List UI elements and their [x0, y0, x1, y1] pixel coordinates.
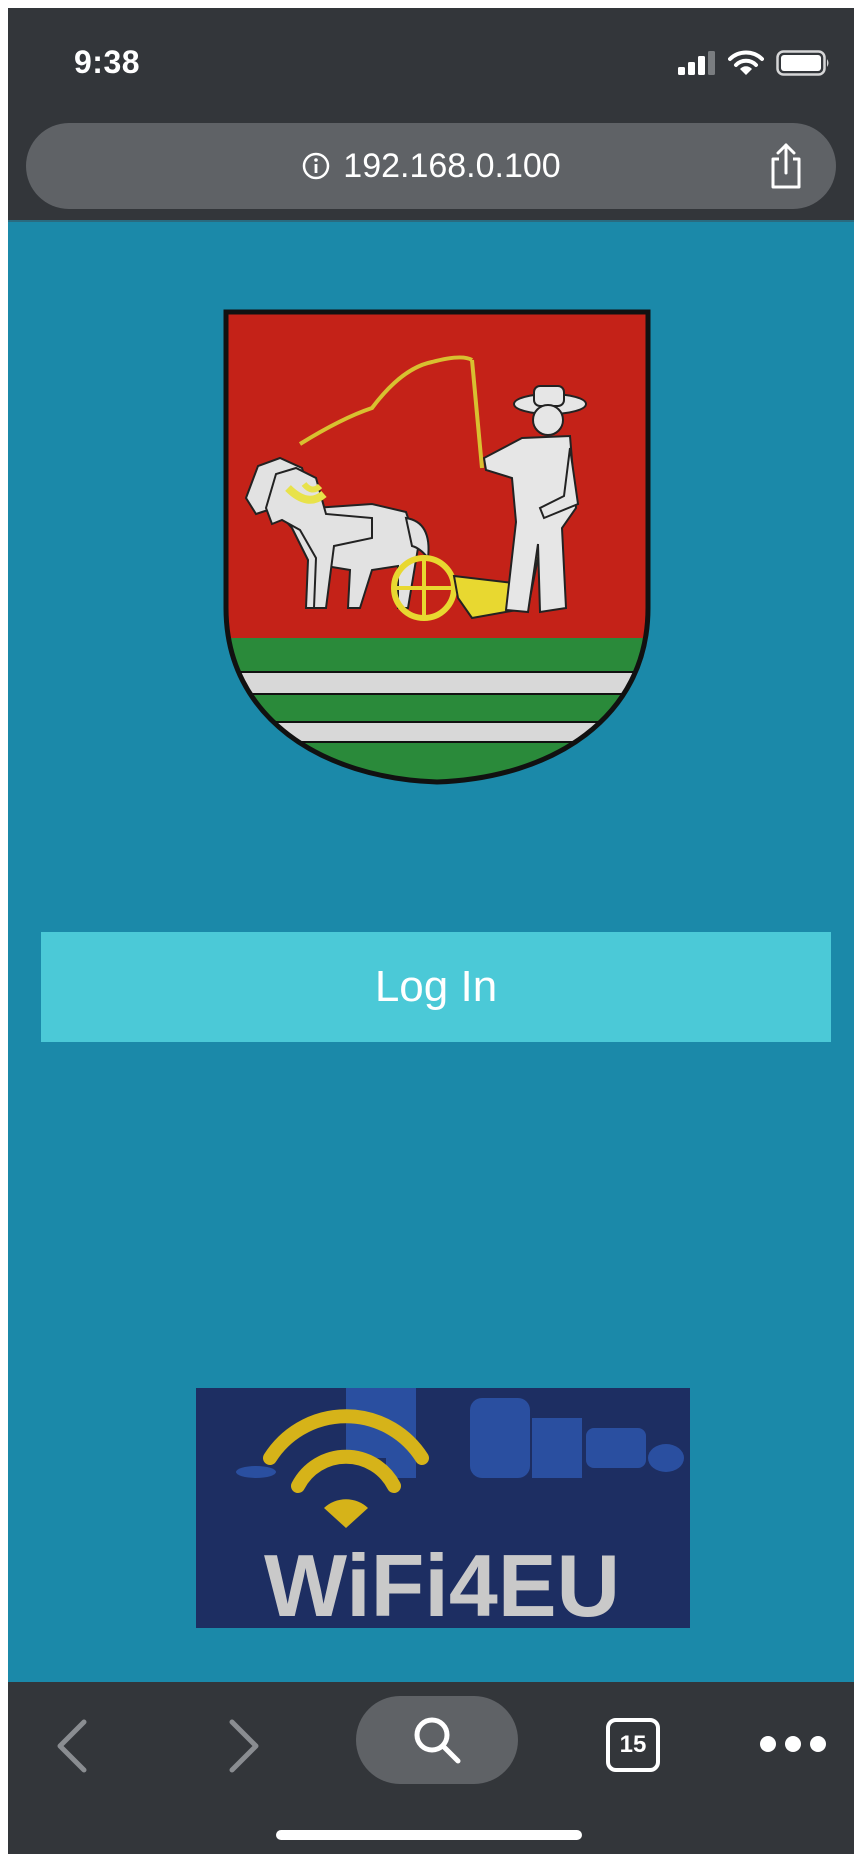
- back-icon[interactable]: [48, 1716, 98, 1776]
- forward-icon[interactable]: [218, 1716, 268, 1776]
- status-bar: 9:38: [8, 8, 854, 118]
- signal-icon: [678, 51, 715, 75]
- tabs-button[interactable]: 15: [606, 1718, 660, 1772]
- status-time: 9:38: [74, 44, 141, 80]
- wifi4eu-logo: WiFi4EU: [196, 1388, 690, 1628]
- search-icon[interactable]: [410, 1713, 464, 1767]
- wifi4eu-text: WiFi4EU: [264, 1536, 620, 1628]
- phone-screen: 9:38 192.168.0.100 Log In WiFi4EU 15: [8, 8, 854, 1854]
- battery-icon: [776, 50, 829, 76]
- home-indicator[interactable]: [276, 1830, 582, 1840]
- search-button[interactable]: [356, 1696, 518, 1784]
- more-icon[interactable]: [758, 1732, 828, 1756]
- address-bar[interactable]: 192.168.0.100: [26, 123, 836, 209]
- url-display[interactable]: 192.168.0.100: [26, 123, 836, 209]
- info-icon[interactable]: [301, 151, 331, 181]
- status-icons: [678, 50, 832, 76]
- share-icon[interactable]: [766, 143, 806, 189]
- url-text[interactable]: 192.168.0.100: [343, 147, 560, 186]
- coat-of-arms-icon: [223, 309, 651, 785]
- login-button[interactable]: Log In: [41, 932, 831, 1042]
- portal-page: Log In WiFi4EU: [8, 220, 854, 1684]
- wifi-icon: [728, 50, 764, 75]
- browser-toolbar: 15: [8, 1682, 854, 1854]
